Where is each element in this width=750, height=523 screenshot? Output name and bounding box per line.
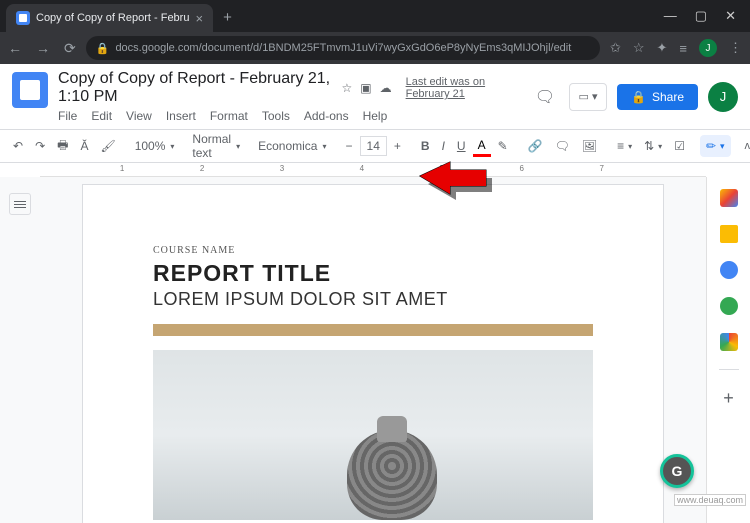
font-dropdown[interactable]: Economica [254, 136, 330, 156]
close-window-icon[interactable]: ✕ [725, 8, 736, 24]
side-panel: + [706, 177, 750, 523]
reload-icon[interactable]: ⟳ [64, 40, 76, 57]
cloud-status-icon[interactable]: ☁ [380, 81, 392, 95]
browser-profile-avatar[interactable]: J [699, 39, 717, 57]
redo-icon[interactable]: ↷ [30, 135, 50, 157]
docs-favicon [16, 11, 30, 25]
grammarly-icon[interactable] [660, 454, 694, 488]
print-icon[interactable]: 🖶 [52, 132, 73, 161]
move-icon[interactable]: ▣ [360, 81, 371, 95]
paragraph-style-dropdown[interactable]: Normal text [188, 129, 244, 163]
keep-icon[interactable] [720, 225, 738, 243]
lock-share-icon: 🔒 [631, 90, 646, 104]
ruler-mark: 2 [200, 164, 204, 173]
ruler-mark: 4 [360, 164, 364, 173]
decrease-font-icon[interactable]: − [341, 135, 358, 157]
undo-icon[interactable]: ↶ [8, 135, 28, 157]
window-controls: — ▢ ✕ [656, 8, 744, 32]
calendar-icon[interactable] [720, 189, 738, 207]
share-label: Share [652, 90, 684, 104]
photo-subject [347, 430, 437, 520]
add-addon-icon[interactable]: + [723, 388, 734, 409]
checklist-icon[interactable]: ☑ [669, 135, 690, 157]
menu-addons[interactable]: Add-ons [304, 109, 349, 123]
course-name-text[interactable]: COURSE NAME [153, 245, 593, 256]
maximize-icon[interactable]: ▢ [695, 8, 707, 24]
annotation-arrow-icon [416, 156, 496, 202]
maps-icon[interactable] [720, 333, 738, 351]
docs-logo-icon[interactable] [12, 72, 48, 108]
star-icon[interactable]: ☆ [341, 81, 352, 95]
highlight-icon[interactable]: ✎ [493, 135, 513, 157]
menu-help[interactable]: Help [363, 109, 388, 123]
menu-tools[interactable]: Tools [262, 109, 290, 123]
italic-icon[interactable]: I [437, 135, 450, 157]
ruler-mark: 1 [120, 164, 124, 173]
menu-file[interactable]: File [58, 109, 77, 123]
bold-icon[interactable]: B [416, 135, 435, 157]
insert-image-icon[interactable]: 🖼 [577, 135, 602, 157]
report-title-text[interactable]: REPORT TITLE [153, 260, 593, 287]
document-outline-icon[interactable] [9, 193, 31, 215]
tasks-icon[interactable] [720, 261, 738, 279]
align-icon[interactable]: ≡ [612, 135, 637, 157]
underline-icon[interactable]: U [452, 135, 471, 157]
paint-format-icon[interactable]: 🖌 [95, 135, 120, 157]
hide-menus-icon[interactable]: ʌ [741, 140, 750, 152]
close-tab-icon[interactable]: × [195, 11, 203, 26]
accent-bar [153, 324, 593, 336]
insert-link-icon[interactable]: 🔗 [523, 135, 548, 157]
cover-image[interactable] [153, 350, 593, 520]
zoom-dropdown[interactable]: 100% [131, 136, 179, 156]
formatting-toolbar: ↶ ↷ 🖶 Ă 🖌 100% Normal text Economica − 1… [0, 129, 750, 163]
tab-title: Copy of Copy of Report - Febru [36, 12, 189, 24]
share-url-icon[interactable]: ✩ [610, 40, 621, 56]
last-edit-link[interactable]: Last edit was on February 21 [406, 76, 521, 100]
document-page[interactable]: COURSE NAME REPORT TITLE LOREM IPSUM DOL… [83, 185, 663, 523]
address-bar[interactable]: 🔒 docs.google.com/document/d/1BNDM25FTmv… [86, 36, 600, 60]
editing-mode-button[interactable]: ✏ ▾ [700, 135, 731, 157]
increase-font-icon[interactable]: + [389, 135, 406, 157]
watermark: www.deuaq.com [674, 494, 746, 506]
text-color-icon[interactable]: A [473, 136, 491, 157]
menu-insert[interactable]: Insert [166, 109, 196, 123]
add-comment-icon[interactable]: 🗨 [550, 135, 575, 157]
comment-history-icon[interactable]: 🗨 [531, 83, 559, 111]
ruler-mark: 3 [280, 164, 284, 173]
minimize-icon[interactable]: — [664, 8, 677, 24]
menu-view[interactable]: View [126, 109, 152, 123]
spellcheck-icon[interactable]: Ă [75, 135, 93, 157]
lock-icon: 🔒 [96, 42, 110, 55]
new-tab-button[interactable]: + [213, 9, 242, 32]
ruler-mark: 6 [520, 164, 524, 173]
document-canvas: COURSE NAME REPORT TITLE LOREM IPSUM DOL… [0, 177, 750, 523]
browser-tab-strip: Copy of Copy of Report - Febru × + — ▢ ✕ [0, 0, 750, 32]
share-button[interactable]: 🔒 Share [617, 84, 698, 110]
present-button[interactable]: ▭ ▾ [569, 83, 607, 111]
docs-header: Copy of Copy of Report - February 21, 1:… [0, 64, 750, 123]
browser-toolbar: ← → ⟳ 🔒 docs.google.com/document/d/1BNDM… [0, 32, 750, 64]
menu-bar: File Edit View Insert Format Tools Add-o… [58, 109, 521, 123]
back-icon[interactable]: ← [8, 40, 22, 57]
browser-tab[interactable]: Copy of Copy of Report - Febru × [6, 4, 213, 32]
reading-list-icon[interactable]: ≡ [679, 41, 687, 56]
browser-menu-icon[interactable]: ⋮ [729, 40, 742, 56]
extensions-icon[interactable]: ✦ [657, 40, 668, 56]
url-text: docs.google.com/document/d/1BNDM25FTmvmJ… [115, 42, 571, 54]
menu-format[interactable]: Format [210, 109, 248, 123]
document-title[interactable]: Copy of Copy of Report - February 21, 1:… [58, 70, 331, 106]
font-size-input[interactable]: 14 [360, 136, 387, 156]
menu-edit[interactable]: Edit [91, 109, 112, 123]
report-subtitle-text[interactable]: LOREM IPSUM DOLOR SIT AMET [153, 289, 593, 310]
ruler-mark: 7 [599, 164, 603, 173]
account-avatar[interactable]: J [708, 82, 738, 112]
contacts-icon[interactable] [720, 297, 738, 315]
line-spacing-icon[interactable]: ⇅ [639, 135, 667, 157]
horizontal-ruler[interactable]: 1 2 3 4 5 6 7 [40, 163, 706, 177]
bookmark-icon[interactable]: ☆ [633, 40, 645, 56]
forward-icon[interactable]: → [36, 40, 50, 57]
